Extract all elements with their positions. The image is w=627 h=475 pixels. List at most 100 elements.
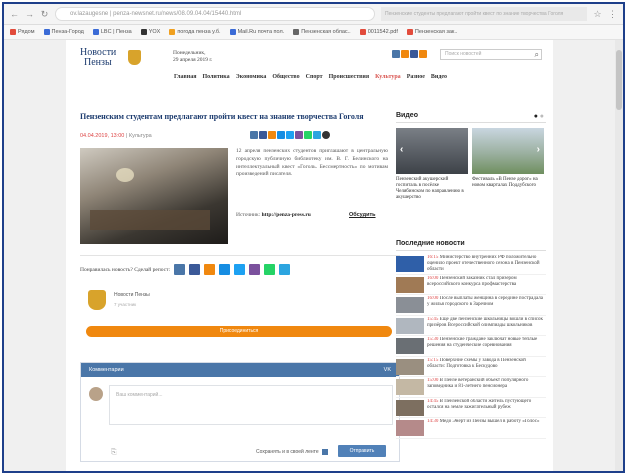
video-thumbnail[interactable]: › (472, 128, 544, 174)
bookmark-item[interactable]: Пенза-Город (43, 29, 84, 35)
news-headline[interactable]: Медо Энерт из Пензы вышел в работу «Голо… (440, 419, 540, 424)
scrollbar[interactable] (615, 40, 623, 471)
news-item[interactable]: 14:30 Медо Энерт из Пензы вышел в работу… (396, 418, 546, 439)
bookmark-item[interactable]: YOX (140, 29, 160, 35)
news-text[interactable]: 15:30 Пензенские граждане заключат новые… (427, 337, 545, 355)
ok-icon[interactable] (401, 50, 409, 58)
post-to-page-option[interactable]: Сохранять и в своей ленте (256, 449, 328, 455)
reload-icon[interactable]: ↻ (40, 9, 49, 20)
share-more-icon[interactable] (322, 131, 330, 139)
news-item[interactable]: 14:45 В Пензенской области житель пустую… (396, 398, 546, 418)
news-text[interactable]: 16:15 Министерство внутренних РФ положит… (427, 255, 545, 273)
repost-telegram-icon[interactable] (279, 264, 291, 275)
url-field[interactable]: ov.lazaugesne | penza-newsnet.ru/news/08… (55, 7, 375, 21)
menu-item[interactable]: Главная (174, 74, 196, 80)
bookmark-item[interactable]: Пензенская зак.. (406, 29, 457, 35)
news-item[interactable]: 16:00 Пензенский заказник стал призером … (396, 275, 546, 295)
scrollbar-thumb[interactable] (616, 50, 622, 110)
news-item[interactable]: 15:45 Еще две пензенские школьницы вошли… (396, 316, 546, 336)
menu-item[interactable]: Экономика (236, 74, 267, 80)
news-thumbnail[interactable] (396, 420, 424, 436)
bookmark-item[interactable]: Mail.Ru почта пол. (229, 29, 284, 35)
menu-item[interactable]: Спорт (306, 74, 323, 80)
bookmark-item[interactable]: погода пенза у.б. (169, 29, 221, 35)
facebook-icon[interactable] (410, 50, 418, 58)
repost-vk-icon[interactable] (174, 264, 186, 275)
news-headline[interactable]: Поверхние схемы у завода в Пензенской об… (427, 358, 526, 369)
prev-arrow-icon[interactable]: ‹ (400, 144, 403, 155)
menu-item[interactable]: Общество (272, 74, 299, 80)
next-arrow-icon[interactable]: › (537, 144, 540, 155)
rss-icon[interactable] (419, 50, 427, 58)
share-ok-icon[interactable] (268, 131, 276, 139)
bookmark-item[interactable]: 0011542.pdf (359, 29, 398, 35)
news-item[interactable]: 16:00 После выплаты женщина в середине п… (396, 295, 546, 316)
news-item[interactable]: 15:00 В Пензе ветеранский объект популяр… (396, 377, 546, 398)
repost-whatsapp-icon[interactable] (264, 264, 276, 275)
back-icon[interactable]: ← (10, 9, 19, 19)
repost-ok-icon[interactable] (204, 264, 216, 275)
news-item[interactable]: 15:15 Поверхние схемы у завода в Пензенс… (396, 357, 546, 377)
group-name[interactable]: Новости Пензы (114, 292, 150, 298)
share-facebook-icon[interactable] (259, 131, 267, 139)
menu-item[interactable]: Видео (431, 74, 447, 80)
share-viber-icon[interactable] (295, 131, 303, 139)
video-item[interactable]: ‹ Пензенский акушерский госпиталь в посё… (396, 128, 468, 201)
news-thumbnail[interactable] (396, 317, 424, 334)
video-item[interactable]: › Фестиваль «В Пензе дорог» на новом ква… (472, 128, 544, 201)
news-headline[interactable]: Пензенские граждане заключат новые теплы… (427, 337, 537, 348)
discuss-link[interactable]: Обсудить (349, 212, 376, 218)
search-box[interactable]: Поиск новостей ⌕ (440, 49, 542, 60)
menu-item[interactable]: Разное (407, 74, 425, 80)
attach-icon[interactable]: ⎘ (111, 449, 117, 457)
news-text[interactable]: 14:45 В Пензенской области житель пустую… (427, 399, 545, 417)
news-text[interactable]: 15:45 Еще две пензенские школьницы вошли… (427, 317, 545, 335)
article-category[interactable]: Культура (129, 133, 152, 139)
news-thumbnail[interactable] (396, 338, 424, 354)
join-group-button[interactable]: Присоединиться (86, 326, 392, 337)
video-caption[interactable]: Пензенский акушерский госпиталь в посёлк… (396, 177, 468, 201)
news-headline[interactable]: Министерство внутренних РФ положительно … (427, 255, 540, 272)
news-text[interactable]: 15:15 Поверхние схемы у завода в Пензенс… (427, 358, 545, 376)
carousel-dot-icon[interactable]: ● (540, 113, 544, 120)
news-headline[interactable]: В Пензенской области житель пустующего о… (427, 399, 531, 410)
news-item[interactable]: 15:30 Пензенские граждане заключат новые… (396, 336, 546, 357)
video-thumbnail[interactable]: ‹ (396, 128, 468, 174)
search-input[interactable]: Поиск новостей (445, 51, 481, 57)
search-icon[interactable]: ⌕ (535, 50, 539, 59)
menu-item[interactable]: Культура (375, 74, 401, 80)
share-twitter-icon[interactable] (286, 131, 294, 139)
site-logo[interactable]: Новости Пензы (80, 48, 141, 78)
menu-icon[interactable]: ⋮ (608, 9, 617, 20)
bookmark-item[interactable]: Пензенская облас.. (293, 29, 351, 35)
menu-item[interactable]: Происшествия (329, 74, 369, 80)
star-icon[interactable]: ☆ (593, 9, 602, 20)
news-thumbnail[interactable] (396, 399, 424, 416)
bookmark-item[interactable]: Рядом (10, 29, 35, 35)
repost-twitter-icon[interactable] (234, 264, 246, 275)
post-to-page-checkbox[interactable] (321, 449, 328, 455)
share-whatsapp-icon[interactable] (304, 131, 312, 139)
share-telegram-icon[interactable] (313, 131, 321, 139)
news-headline[interactable]: Пензенский заказник стал призером всерос… (427, 276, 517, 287)
carousel-dot-icon[interactable]: ● (534, 113, 538, 120)
source-link[interactable]: http://penza-press.ru (262, 212, 311, 218)
news-headline[interactable]: В Пензе ветеранский объект популярного з… (427, 378, 528, 389)
news-headline[interactable]: Еще две пензенские школьницы вошли в спи… (427, 317, 543, 328)
news-item[interactable]: 16:15 Министерство внутренних РФ положит… (396, 254, 546, 275)
news-thumbnail[interactable] (396, 256, 424, 272)
repost-viber-icon[interactable] (249, 264, 261, 275)
video-caption[interactable]: Фестиваль «В Пензе дорог» на новом кварт… (472, 177, 544, 189)
vk-icon[interactable] (392, 50, 400, 58)
send-comment-button[interactable]: Отправить (338, 445, 386, 457)
forward-icon[interactable]: → (25, 9, 34, 19)
share-mailru-icon[interactable] (277, 131, 285, 139)
repost-facebook-icon[interactable] (189, 264, 201, 275)
news-text[interactable]: 15:00 В Пензе ветеранский объект популяр… (427, 378, 545, 396)
news-headline[interactable]: После выплаты женщина в середине пострад… (427, 296, 543, 307)
bookmark-item[interactable]: LBC | Пенза (92, 29, 132, 35)
news-text[interactable]: 14:30 Медо Энерт из Пензы вышел в работу… (427, 419, 545, 437)
news-text[interactable]: 16:00 Пензенский заказник стал призером … (427, 276, 545, 294)
news-thumbnail[interactable] (396, 297, 424, 313)
comment-input[interactable]: Ваш комментарий... (109, 385, 393, 425)
